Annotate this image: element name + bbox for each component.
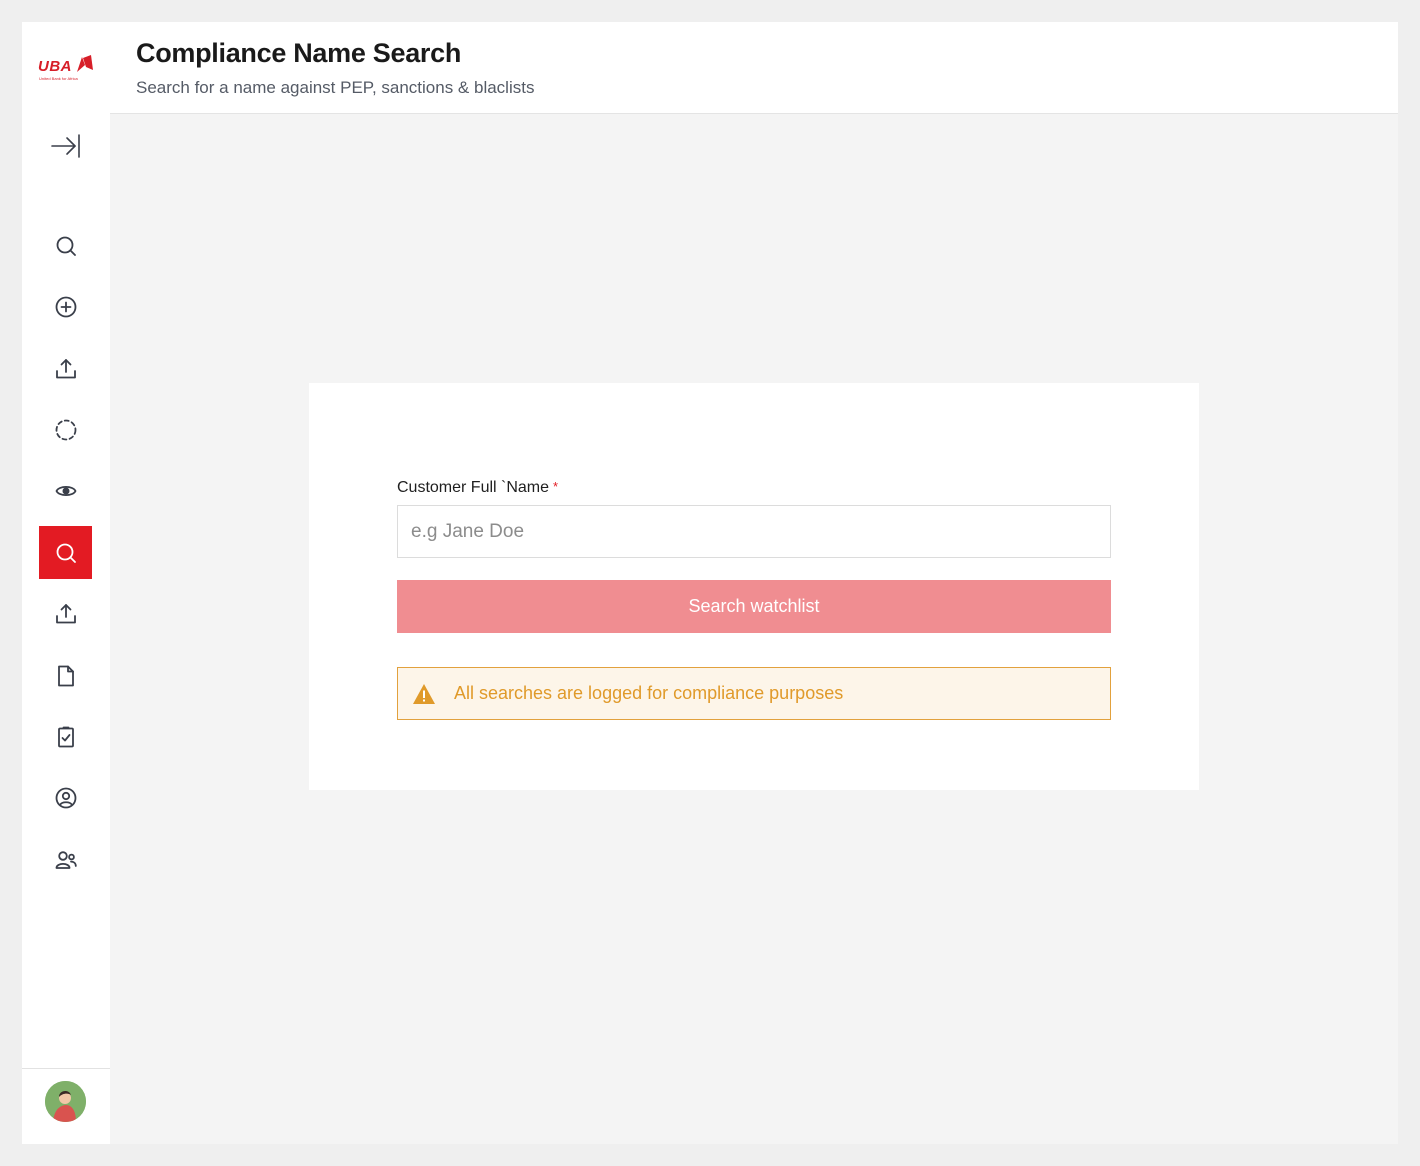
app-frame: UBA United Bank for Africa Compliance Na… [22,22,1398,1144]
customer-name-label-text: Customer Full `Name [397,479,550,496]
logo-tagline: United Bank for Africa [39,76,78,81]
search-card: Customer Full `Name* Search watchlist Al… [309,383,1199,790]
page-title: Compliance Name Search [136,38,462,68]
upload-icon [55,603,76,623]
nav-users[interactable] [39,833,92,886]
nav-profile[interactable] [39,771,92,824]
nav-bulk-upload[interactable] [39,587,92,640]
nav-reports[interactable] [39,649,92,702]
collapse-right-icon [50,133,80,158]
checklist-icon [57,726,74,747]
nav-search[interactable] [39,219,92,272]
nav-upload[interactable] [39,342,92,395]
search-icon [56,543,76,563]
logo-text: UBA [38,58,72,75]
nav-name-search[interactable] [39,526,92,579]
user-avatar[interactable] [45,1081,86,1122]
page-subtitle: Search for a name against PEP, sanctions… [136,78,535,97]
notice-text: All searches are logged for compliance p… [454,683,844,703]
required-asterisk: * [553,479,559,494]
nav-pending[interactable] [39,403,92,456]
upload-icon [55,358,76,378]
sidebar-divider [22,1068,110,1069]
uba-logo: UBA United Bank for Africa [38,55,96,85]
nav-approvals[interactable] [39,710,92,763]
logo-mark-icon [77,55,93,72]
warning-icon [412,682,438,706]
collapse-sidebar-button[interactable] [39,119,92,172]
nav-add[interactable] [39,280,92,333]
nav-watch[interactable] [39,464,92,517]
users-icon [55,850,77,869]
avatar-illustration [45,1081,86,1122]
compliance-notice: All searches are logged for compliance p… [397,667,1111,720]
dashed-circle-icon [55,419,76,440]
search-watchlist-button[interactable]: Search watchlist [397,580,1111,633]
plus-circle-icon [55,296,76,317]
page-header: Compliance Name Search Search for a name… [110,22,1398,114]
user-circle-icon [55,787,76,808]
customer-name-input[interactable] [397,505,1111,558]
customer-name-label: Customer Full `Name * [397,479,558,497]
file-icon [57,665,74,686]
sidebar: UBA United Bank for Africa [22,22,110,1144]
search-icon [56,236,76,256]
eye-icon [55,485,76,496]
